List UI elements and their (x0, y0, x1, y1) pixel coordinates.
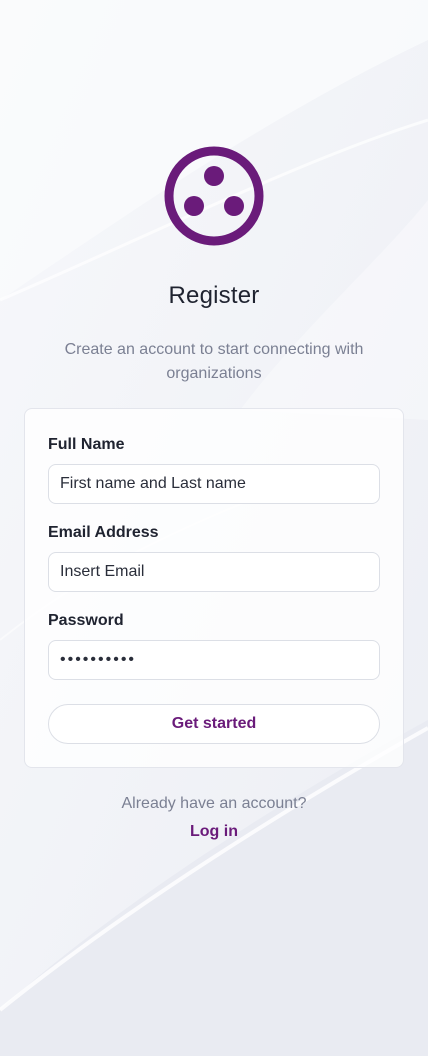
password-input[interactable] (48, 640, 380, 680)
register-form: Full Name Email Address Password Get sta… (24, 408, 404, 768)
full-name-label: Full Name (48, 436, 125, 453)
get-started-button[interactable]: Get started (48, 704, 380, 744)
page-title: Register (168, 282, 260, 309)
already-have-account-text: Already have an account? (121, 795, 307, 812)
register-page: Register Create an account to start conn… (0, 0, 428, 1056)
three-dots-circle-logo-icon (164, 146, 264, 246)
password-label: Password (48, 612, 124, 629)
log-in-label[interactable]: Log in (190, 823, 238, 840)
email-input[interactable] (48, 552, 380, 592)
page-subtitle: Create an account to start connecting wi… (64, 341, 364, 382)
email-label: Email Address (48, 524, 159, 541)
full-name-input[interactable] (48, 464, 380, 504)
log-in-link[interactable]: Log in (0, 823, 428, 841)
